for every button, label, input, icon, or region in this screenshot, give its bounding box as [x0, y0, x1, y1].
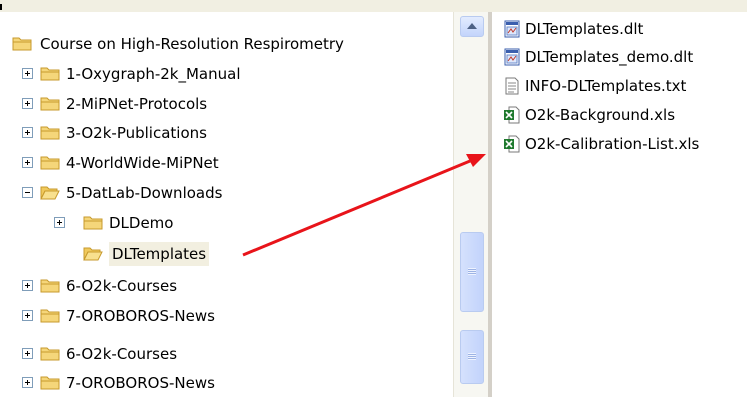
scrollbar-thumb-lower[interactable]: [460, 330, 484, 384]
folder-icon: [40, 156, 60, 170]
file-name: DLTemplates.dlt: [525, 20, 644, 38]
open-folder-icon: [40, 186, 60, 200]
folder-tree-pane[interactable]: Course on High-Resolution Respirometry 1…: [0, 12, 488, 397]
vertical-scrollbar[interactable]: [453, 12, 489, 397]
tree-node-label: 6-O2k-Courses: [66, 345, 178, 363]
expand-plus-icon[interactable]: [22, 157, 33, 168]
selected-node-label: DLTemplates: [109, 242, 210, 266]
folder-icon: [40, 126, 60, 140]
expand-plus-icon[interactable]: [22, 280, 33, 291]
folder-icon: [83, 216, 103, 230]
expand-plus-icon[interactable]: [22, 377, 33, 388]
tree-node-label: DLDemo: [109, 214, 174, 232]
tree-node-label: 2-MiPNet-Protocols: [66, 95, 208, 113]
text-file-icon: [505, 77, 519, 95]
tree-node-label: 6-O2k-Courses: [66, 277, 178, 295]
file-name: INFO-DLTemplates.txt: [525, 77, 687, 95]
tree-root-label: Course on High-Resolution Respirometry: [40, 35, 344, 53]
collapse-minus-icon[interactable]: [22, 187, 33, 198]
toolbar-grip: [0, 4, 2, 10]
open-folder-icon: [83, 247, 103, 261]
expand-plus-icon[interactable]: [22, 348, 33, 359]
scrollbar-thumb[interactable]: [460, 232, 484, 312]
tree-node-label: 7-OROBOROS-News: [66, 307, 215, 325]
dlt-file-icon: [504, 48, 520, 66]
tree-node-label: 1-Oxygraph-2k_Manual: [66, 65, 241, 83]
tree-node-label: 3-O2k-Publications: [66, 124, 207, 142]
expand-plus-icon[interactable]: [22, 127, 33, 138]
tree-node-label: 5-DatLab-Downloads: [66, 184, 223, 202]
expand-plus-icon[interactable]: [22, 310, 33, 321]
tree-node-label: 7-OROBOROS-News: [66, 374, 215, 392]
file-name: DLTemplates_demo.dlt: [525, 48, 694, 66]
folder-icon: [40, 97, 60, 111]
folder-icon: [12, 37, 32, 51]
file-name: O2k-Calibration-List.xls: [525, 135, 700, 153]
expand-plus-icon[interactable]: [54, 217, 65, 228]
file-name: O2k-Background.xls: [525, 106, 676, 124]
expand-plus-icon[interactable]: [22, 98, 33, 109]
scroll-up-arrow-icon[interactable]: [460, 16, 484, 37]
folder-icon: [40, 279, 60, 293]
excel-file-icon: [504, 106, 520, 124]
folder-icon: [40, 67, 60, 81]
file-list-pane[interactable]: DLTemplates.dlt DLTemplates_demo.dlt INF…: [492, 12, 747, 397]
folder-icon: [40, 347, 60, 361]
folder-icon: [40, 376, 60, 390]
expand-plus-icon[interactable]: [22, 68, 33, 79]
folder-icon: [40, 309, 60, 323]
top-toolbar-strip: [0, 0, 747, 12]
excel-file-icon: [504, 135, 520, 153]
tree-node-label: 4-WorldWide-MiPNet: [66, 154, 219, 172]
dlt-file-icon: [504, 20, 520, 38]
